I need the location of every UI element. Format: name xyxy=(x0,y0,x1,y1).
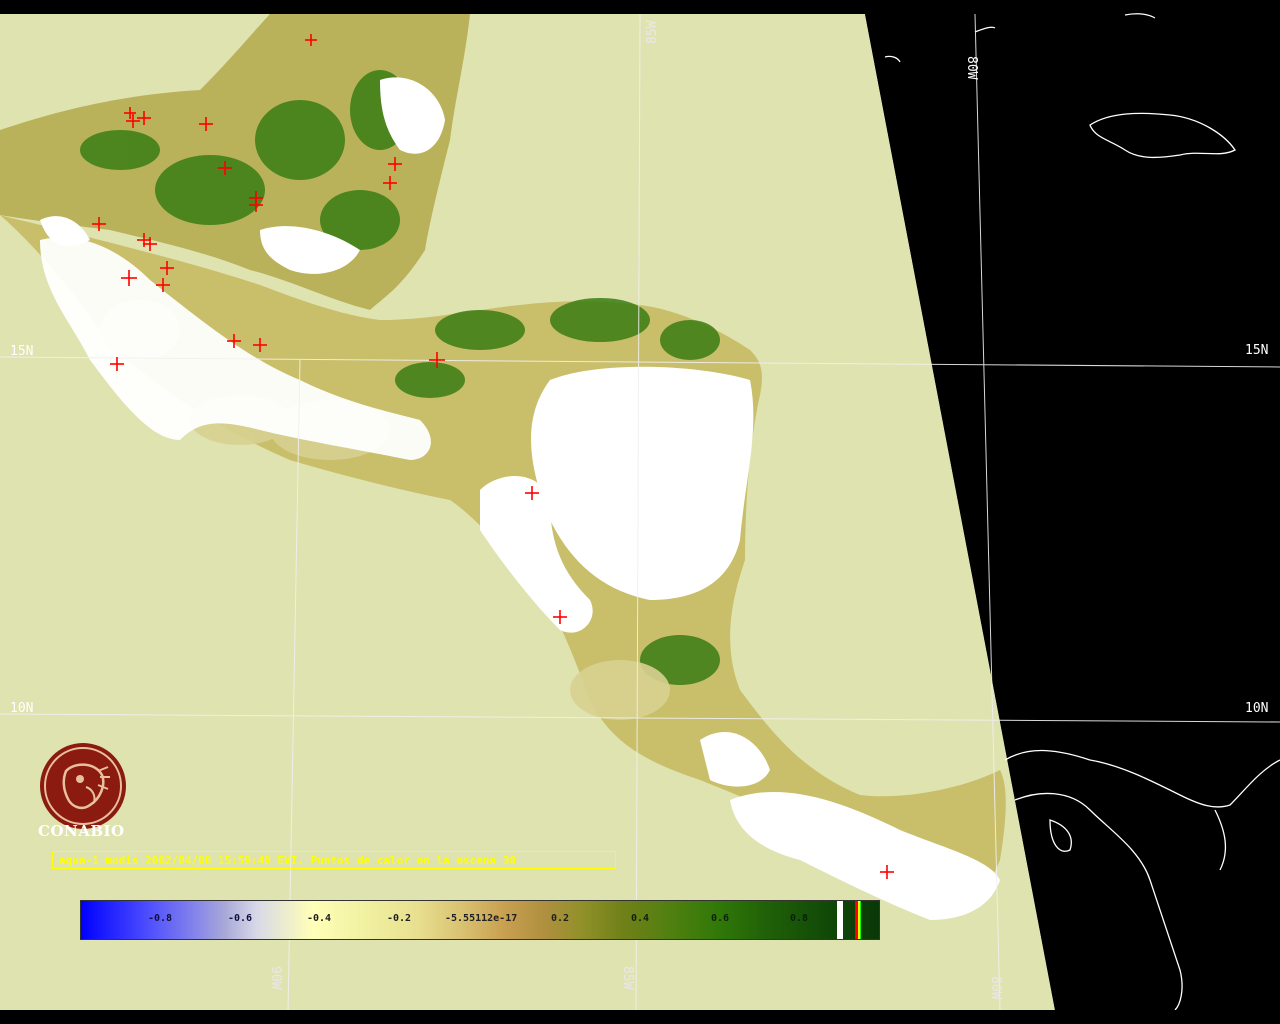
colorbar-tick: -0.4 xyxy=(307,913,332,924)
lat-label-10n-right: 10N xyxy=(1245,701,1268,716)
lat-label-15n-left: 15N xyxy=(10,344,33,359)
bottom-bar xyxy=(0,1010,1280,1024)
scene-caption: aqua-1 modis 2002/04/08 15:59:49 EVI. Pu… xyxy=(52,851,616,869)
conabio-logo-text: CONABIO xyxy=(38,822,125,840)
colorbar-tick: 0.6 xyxy=(711,913,730,924)
lon-label-85w-bottom: 85W xyxy=(620,966,635,990)
colorbar-tick: -0.8 xyxy=(148,913,173,924)
lon-label-80w-bottom: 80W xyxy=(988,976,1003,1000)
colorbar-tick: 0.8 xyxy=(790,913,809,924)
colorbar-tick: 0.2 xyxy=(551,913,570,924)
colorbar-tick: -5.55112e-17 xyxy=(445,913,518,924)
lat-label-10n-left: 10N xyxy=(10,701,33,716)
lon-label-85w-top: 85W xyxy=(645,20,660,44)
lat-label-15n-right: 15N xyxy=(1245,343,1268,358)
colorbar-tick: 0.4 xyxy=(631,913,650,924)
colorbar-green-swatch xyxy=(860,901,861,939)
evi-colorbar: -0.8 -0.6 -0.4 -0.2 -5.55112e-17 0.2 0.4… xyxy=(80,900,880,940)
colorbar-tick: -0.6 xyxy=(228,913,253,924)
colorbar-cloud-swatch xyxy=(837,901,843,939)
map-viewer: 15N 15N 10N 10N 85W 80W 90W 85W 80W CONA… xyxy=(0,0,1280,1024)
lon-label-90w-bottom: 90W xyxy=(268,966,283,990)
colorbar-tick: -0.2 xyxy=(387,913,412,924)
evi-map: 15N 15N 10N 10N 85W 80W 90W 85W 80W xyxy=(0,13,1280,1011)
lon-label-80w-top: 80W xyxy=(964,56,979,80)
